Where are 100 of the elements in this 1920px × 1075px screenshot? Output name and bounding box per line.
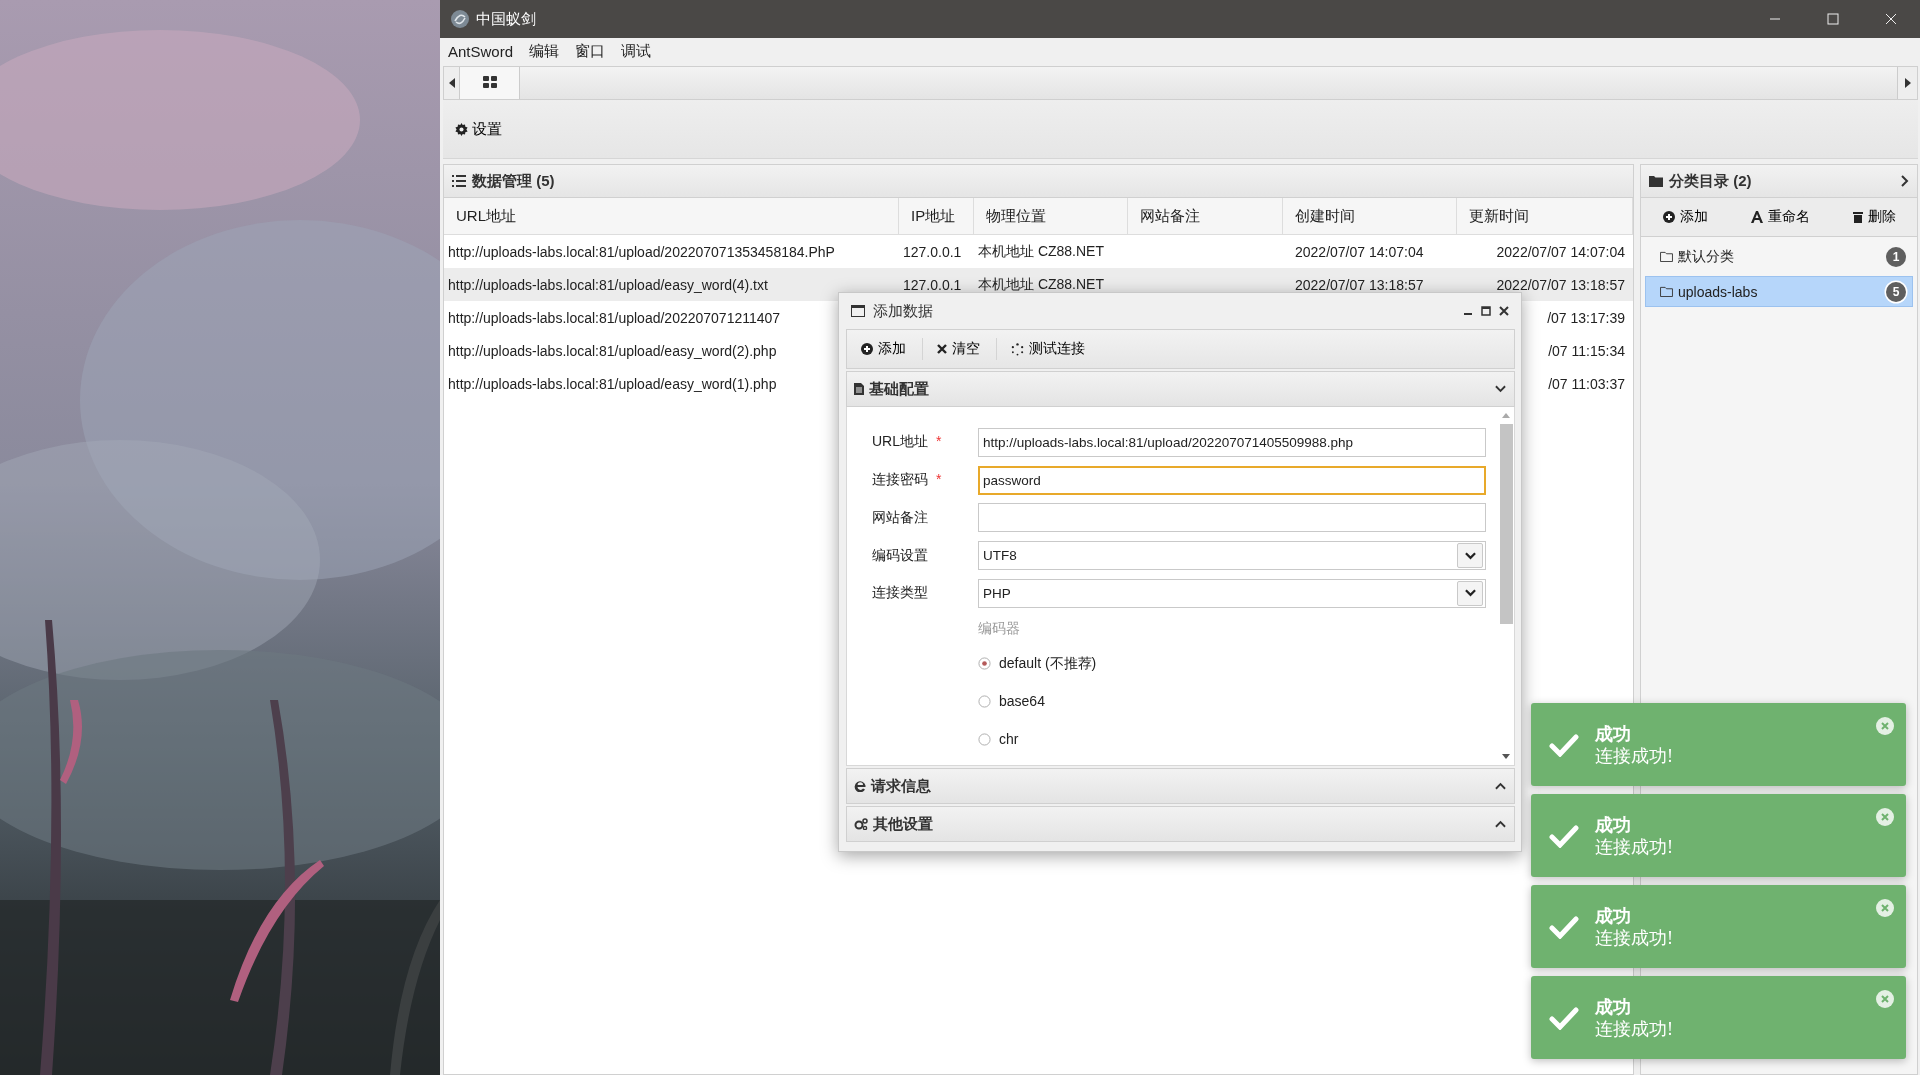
input-field[interactable]: http://uploads-labs.local:81/upload/202207071405509988.php	[978, 427, 1486, 457]
input-field[interactable]	[978, 503, 1486, 533]
menu-item[interactable]: 窗口	[575, 41, 606, 61]
notification-title: 成功	[1595, 813, 1632, 836]
category-item[interactable]: uploads-labs 5	[1645, 276, 1913, 307]
window-title: 中国蚁剑	[476, 9, 536, 29]
input-field[interactable]: password	[978, 465, 1486, 495]
letter-icon	[1750, 211, 1763, 223]
close-icon	[1885, 13, 1897, 25]
notification-title: 成功	[1595, 995, 1632, 1018]
menu-item[interactable]: AntSword	[448, 42, 514, 60]
table-row[interactable]: http://uploads-labs.local:81/upload/202207071353458184.PhP 127.0.0.1 本机地址 CZ88.NET 2022/07/07 14:07:04 2022/07/07 14:07:04	[444, 235, 1633, 268]
table-cell: 2022/07/07 13:18:57	[1295, 276, 1424, 293]
check-icon	[1549, 1005, 1579, 1030]
maximize-icon	[1827, 13, 1839, 25]
table-cell: 本机地址 CZ88.NET	[978, 242, 1104, 261]
toolbar-button[interactable]: 重命名	[1744, 204, 1816, 230]
dropdown-button[interactable]	[1457, 543, 1483, 569]
field-label: URL地址 *	[871, 433, 943, 452]
toolbar-button[interactable]: 添加	[855, 338, 923, 360]
field-label: 连接类型	[871, 584, 929, 603]
toolbar-button[interactable]: 删除	[1846, 204, 1902, 230]
tab[interactable]	[460, 67, 520, 99]
toolbar-button[interactable]: 清空	[931, 338, 997, 360]
gears-icon	[854, 818, 868, 830]
maximize-icon[interactable]	[1481, 306, 1491, 316]
field-label: 连接密码 *	[871, 471, 943, 490]
menu-item[interactable]: 调试	[621, 41, 652, 61]
table-cell: 2022/07/07 14:07:04	[1496, 243, 1625, 260]
notification-message: 连接成功!	[1595, 835, 1673, 858]
notification-message: 连接成功!	[1595, 744, 1673, 767]
close-icon[interactable]	[1499, 306, 1509, 316]
letter-e-icon	[854, 780, 866, 792]
dropdown-button[interactable]	[1457, 580, 1483, 606]
toolbar-button[interactable]: 添加	[1656, 204, 1714, 230]
radio-option[interactable]: base64	[978, 689, 1486, 714]
notification-message: 连接成功!	[1595, 926, 1673, 949]
field-label: 网站备注	[871, 508, 929, 527]
plus-circle-icon	[1662, 211, 1675, 223]
column-header[interactable]: URL地址	[444, 198, 899, 234]
radio-option[interactable]: default (不推荐)	[978, 651, 1486, 676]
section-header[interactable]: 基础配置	[846, 371, 1515, 407]
check-icon	[1549, 732, 1579, 757]
plus-circle-icon	[861, 343, 873, 355]
notification-title: 成功	[1595, 904, 1632, 927]
window-icon	[851, 305, 865, 317]
category-item[interactable]: 默认分类 1	[1645, 241, 1913, 272]
table-cell: 127.0.0.1	[903, 243, 962, 260]
check-icon	[1549, 914, 1579, 939]
radio-option[interactable]: chr	[978, 727, 1486, 751]
notification-message: 连接成功!	[1595, 1017, 1673, 1040]
settings-icon	[455, 122, 468, 136]
panel-title: 数据管理 (5)	[472, 171, 555, 191]
chevron-down-icon	[1464, 551, 1476, 560]
app-logo-icon	[450, 9, 470, 29]
column-header[interactable]: 创建时间	[1283, 198, 1457, 234]
column-header[interactable]: 更新时间	[1457, 198, 1633, 234]
table-cell: 2022/07/07 13:18:57	[1496, 276, 1625, 293]
list-icon	[452, 175, 466, 187]
section-header[interactable]: 请求信息	[846, 768, 1515, 804]
notification-title: 成功	[1595, 722, 1632, 745]
check-icon	[1549, 823, 1579, 848]
folder-icon	[1649, 175, 1663, 187]
table-cell: http://uploads-labs.local:81/upload/202207071353458184.PhP	[448, 243, 835, 260]
table-cell: http://uploads-labs.local:81/upload/easy_word(4).txt	[448, 276, 768, 293]
radio-label: default (不推荐)	[999, 654, 1097, 673]
grid-icon	[482, 75, 497, 88]
triangle-left-icon	[448, 78, 455, 88]
select-field[interactable]: UTF8	[978, 541, 1486, 571]
settings-button[interactable]: 设置	[455, 119, 502, 139]
spinner-icon	[1011, 342, 1024, 356]
chevron-right-icon[interactable]	[1901, 175, 1909, 187]
table-cell: 2022/07/07 14:07:04	[1295, 243, 1424, 260]
column-header[interactable]: 网站备注	[1128, 198, 1283, 234]
scroll-up-icon[interactable]	[1502, 413, 1510, 418]
column-header[interactable]: IP地址	[899, 198, 974, 234]
radio-label: chr	[999, 731, 1019, 748]
menu-item[interactable]: 编辑	[529, 41, 560, 61]
group-label: 编码器	[978, 619, 1021, 638]
dialog-title: 添加数据	[873, 301, 933, 321]
document-icon	[854, 383, 864, 395]
cross-icon	[937, 344, 947, 354]
scroll-left-button[interactable]	[444, 67, 460, 99]
radio-label: base64	[999, 693, 1045, 710]
triangle-right-icon	[1904, 78, 1911, 88]
column-header[interactable]: 物理位置	[974, 198, 1128, 234]
chevron-down-icon	[1464, 589, 1476, 598]
field-label: 编码设置	[871, 546, 929, 565]
table-cell: 127.0.0.1	[903, 276, 962, 293]
folder-icon	[1660, 251, 1673, 262]
folder-icon	[1660, 286, 1673, 297]
trash-icon	[1852, 211, 1863, 223]
section-header[interactable]: 其他设置	[846, 806, 1515, 842]
toolbar-button[interactable]: 测试连接	[1005, 338, 1101, 360]
scroll-down-icon[interactable]	[1502, 754, 1510, 759]
panel-title: 分类目录 (2)	[1669, 171, 1752, 191]
scroll-right-button[interactable]	[1897, 67, 1917, 99]
select-field[interactable]: PHP	[978, 578, 1486, 608]
scrollbar-thumb[interactable]	[1499, 424, 1513, 624]
table-cell: 本机地址 CZ88.NET	[978, 275, 1104, 294]
